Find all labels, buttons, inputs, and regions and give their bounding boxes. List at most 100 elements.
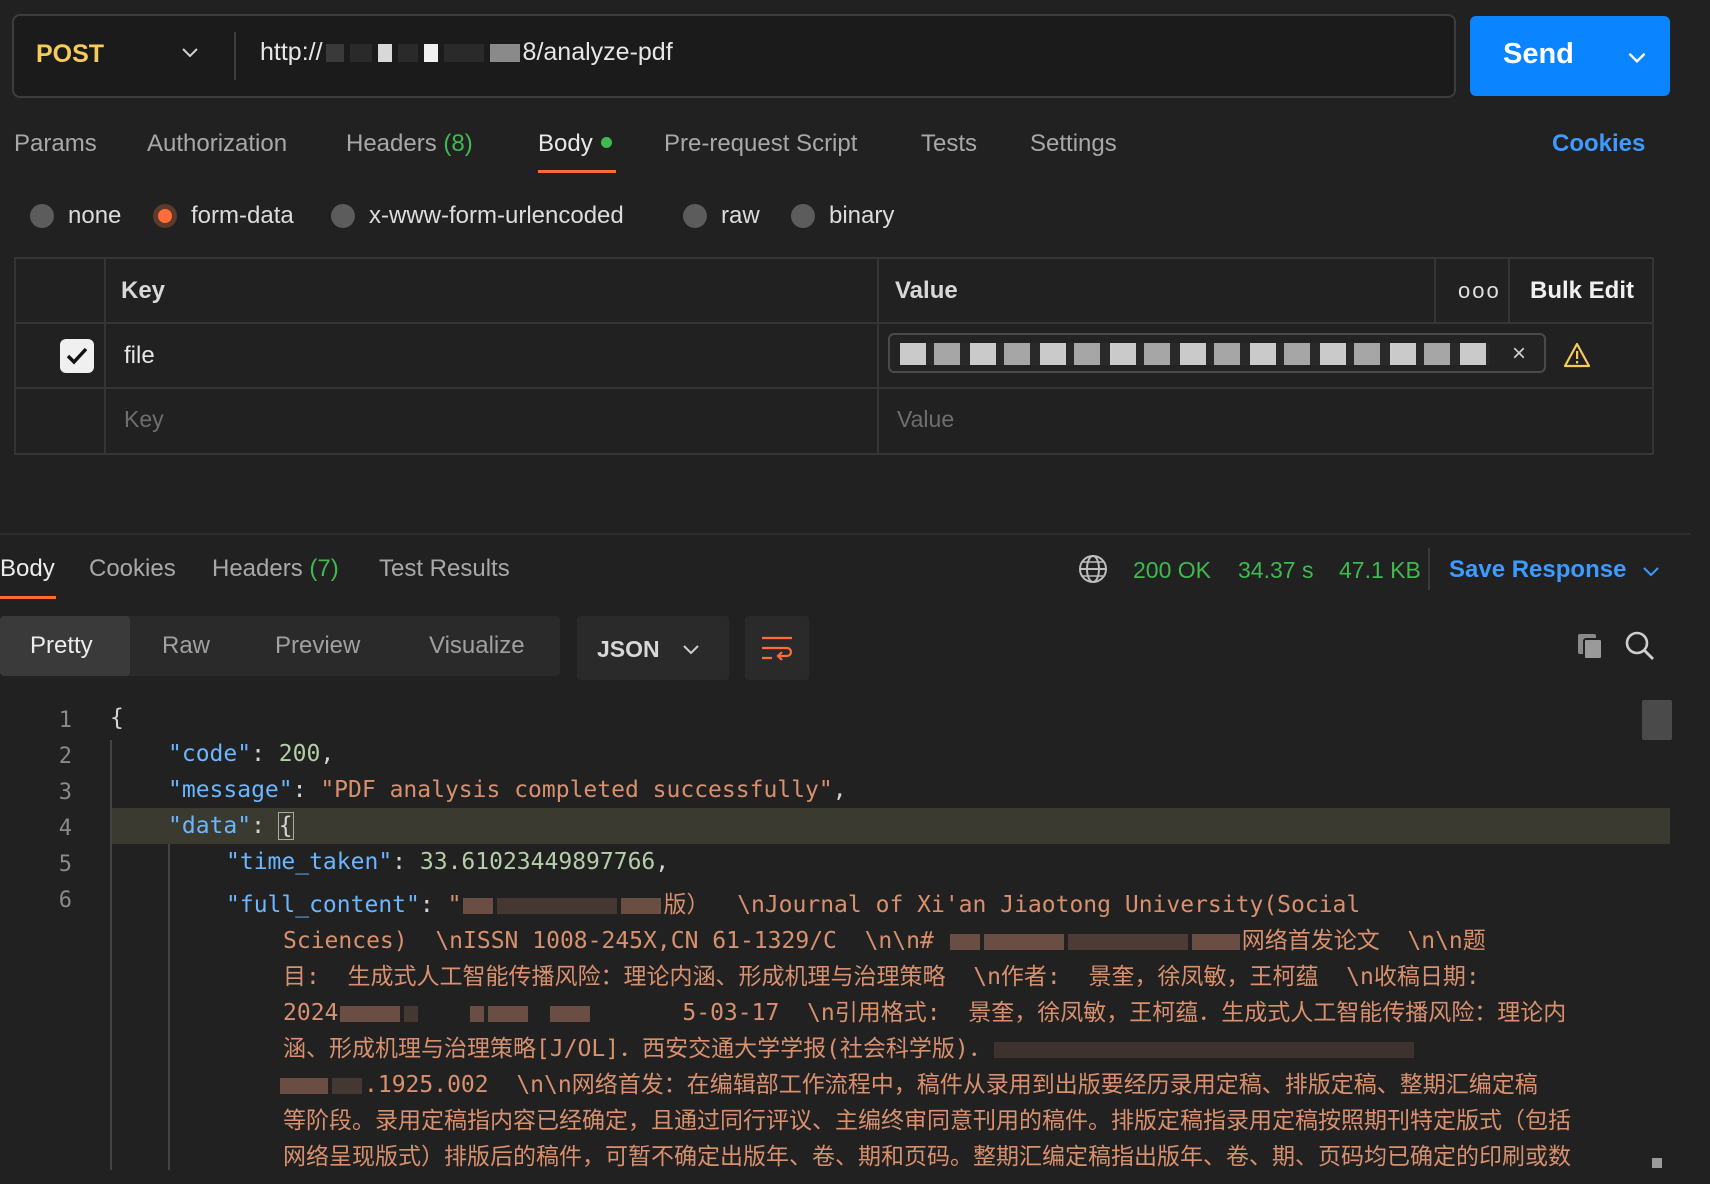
tab-body[interactable]: Body bbox=[538, 130, 612, 158]
json-brace: { bbox=[277, 812, 294, 840]
radio-label: raw bbox=[721, 202, 760, 229]
tab-authorization[interactable]: Authorization bbox=[147, 130, 287, 158]
scrollbar-thumb[interactable] bbox=[1642, 700, 1672, 740]
tab-tests[interactable]: Tests bbox=[921, 130, 977, 158]
code-line: "message": "PDF analysis completed succe… bbox=[168, 777, 847, 803]
view-raw[interactable]: Raw bbox=[162, 632, 210, 660]
line-number: 2 bbox=[58, 744, 72, 769]
chevron-down-icon bbox=[683, 645, 699, 655]
redacted-block bbox=[993, 1041, 1414, 1058]
response-tab-body[interactable]: Body bbox=[0, 555, 55, 583]
form-key-field[interactable]: file bbox=[124, 342, 155, 370]
code-wrapped-line: 2024 5-03-17 \n引用格式: 景奎，徐凤敏，王柯蕴．生成式人工智能传播… bbox=[283, 993, 1566, 1027]
warning-icon[interactable] bbox=[1563, 342, 1591, 368]
json-value-fragment: 网络首发论文 \n\n题 bbox=[1241, 928, 1486, 954]
response-time[interactable]: 34.37 s bbox=[1238, 557, 1313, 584]
response-size[interactable]: 47.1 KB bbox=[1339, 557, 1421, 584]
response-headers-count: (7) bbox=[309, 555, 339, 582]
method-select[interactable]: POST bbox=[36, 40, 104, 69]
tab-params[interactable]: Params bbox=[14, 130, 97, 158]
cookies-link[interactable]: Cookies bbox=[1552, 130, 1645, 158]
redacted-block bbox=[497, 897, 618, 914]
request-bar bbox=[12, 14, 1456, 98]
redacted-filename bbox=[900, 343, 1490, 365]
json-value-fragment: Sciences) \nISSN 1008-245X,CN 61-1329/C … bbox=[283, 928, 934, 954]
json-value: "PDF analysis completed successfully" bbox=[320, 777, 833, 803]
json-value-fragment: .1925.002 \n\n网络首发：在编辑部工作流程中，稿件从录用到出版要经历… bbox=[364, 1072, 1538, 1098]
save-response-button[interactable]: Save Response bbox=[1449, 556, 1626, 584]
radio-circle bbox=[683, 204, 707, 228]
row-checkbox[interactable] bbox=[60, 339, 94, 373]
scrollbar-end bbox=[1652, 1158, 1662, 1168]
search-icon[interactable] bbox=[1624, 630, 1656, 662]
radio-x-www-form-urlencoded[interactable]: x-www-form-urlencoded bbox=[331, 202, 624, 230]
radio-none[interactable]: none bbox=[30, 202, 121, 230]
redacted-block bbox=[397, 43, 418, 62]
tab-settings[interactable]: Settings bbox=[1030, 130, 1117, 158]
response-divider bbox=[0, 533, 1690, 535]
code-line: "full_content": " 版） \nJournal of Xi'an J… bbox=[226, 892, 1361, 918]
json-key: "full_content" bbox=[226, 892, 420, 918]
chevron-down-icon[interactable] bbox=[178, 40, 202, 64]
chevron-down-icon[interactable] bbox=[1640, 560, 1662, 582]
copy-icon[interactable] bbox=[1574, 630, 1606, 662]
view-preview[interactable]: Preview bbox=[275, 632, 360, 660]
json-key: "time_taken" bbox=[226, 849, 393, 875]
radio-raw[interactable]: raw bbox=[683, 202, 760, 230]
radio-form-data[interactable]: form-data bbox=[153, 202, 294, 230]
redacted-block bbox=[377, 43, 392, 62]
view-visualize[interactable]: Visualize bbox=[429, 632, 525, 660]
tab-headers-label: Headers bbox=[346, 130, 437, 157]
column-header-key: Key bbox=[121, 277, 166, 304]
redacted-block bbox=[621, 897, 662, 914]
status-code[interactable]: 200 OK bbox=[1133, 557, 1211, 584]
redacted-block bbox=[489, 43, 520, 62]
table-divider bbox=[14, 322, 1654, 324]
new-key-input[interactable]: Key bbox=[124, 406, 164, 433]
redacted-block bbox=[325, 43, 344, 62]
tab-headers[interactable]: Headers (8) bbox=[346, 130, 473, 158]
tab-body-label: Body bbox=[538, 130, 593, 157]
redacted-block bbox=[488, 1005, 529, 1022]
indent-guide bbox=[168, 844, 170, 1170]
code-wrapped-line: 涵、形成机理与治理策略[J/OL]．西安交通大学学报(社会科学版)． bbox=[283, 1029, 1416, 1063]
line-number: 1 bbox=[58, 708, 72, 733]
response-tab-headers[interactable]: Headers (7) bbox=[212, 555, 339, 583]
close-icon[interactable]: × bbox=[1512, 340, 1526, 368]
radio-circle bbox=[791, 204, 815, 228]
response-tab-cookies[interactable]: Cookies bbox=[89, 555, 176, 583]
json-key: "message" bbox=[168, 777, 293, 803]
redacted-block bbox=[983, 933, 1064, 950]
chevron-down-icon[interactable] bbox=[1624, 44, 1650, 70]
format-label: JSON bbox=[597, 636, 660, 662]
redacted-block bbox=[404, 1005, 419, 1022]
radio-binary[interactable]: binary bbox=[791, 202, 894, 230]
bulk-edit-button[interactable]: Bulk Edit bbox=[1530, 277, 1634, 305]
json-value-fragment: 5-03-17 \n引用格式: 景奎，徐凤敏，王柯蕴．生成式人工智能传播风险：理… bbox=[682, 1000, 1567, 1026]
redacted-block bbox=[1191, 933, 1240, 950]
code-line: "data": { bbox=[168, 812, 294, 840]
json-value-fragment: 版） \nJournal of Xi'an Jiaotong Universit… bbox=[663, 892, 1361, 918]
tab-prerequest-script[interactable]: Pre-request Script bbox=[664, 130, 857, 158]
redacted-block bbox=[463, 897, 494, 914]
more-options-icon[interactable]: ooo bbox=[1458, 278, 1501, 304]
json-key: "data" bbox=[168, 813, 252, 839]
active-tab-indicator bbox=[538, 170, 616, 173]
response-tab-test-results[interactable]: Test Results bbox=[379, 555, 510, 583]
send-label[interactable]: Send bbox=[1503, 38, 1574, 71]
line-number: 5 bbox=[58, 852, 72, 877]
globe-icon[interactable] bbox=[1078, 554, 1108, 584]
redacted-block bbox=[470, 1005, 485, 1022]
active-tab-indicator bbox=[0, 596, 56, 599]
code-wrapped-line: 等阶段。录用定稿指内容已经确定，且通过同行评议、主编终审同意刊用的稿件。排版定稿… bbox=[283, 1108, 1571, 1134]
redacted-block bbox=[349, 43, 372, 62]
url-input[interactable]: http:// 8/analyze-pdf bbox=[260, 38, 673, 67]
checkmark-icon bbox=[66, 347, 88, 365]
view-pretty[interactable]: Pretty bbox=[30, 632, 93, 660]
table-divider bbox=[104, 257, 106, 455]
redacted-block bbox=[443, 43, 484, 62]
divider bbox=[234, 32, 236, 80]
code-wrapped-line: 网络呈现版式）排版后的稿件，可暂不确定出版年、卷、期和页码。整期汇编定稿指出版年… bbox=[283, 1144, 1571, 1170]
new-value-input[interactable]: Value bbox=[897, 406, 954, 433]
radio-label: none bbox=[68, 202, 122, 229]
